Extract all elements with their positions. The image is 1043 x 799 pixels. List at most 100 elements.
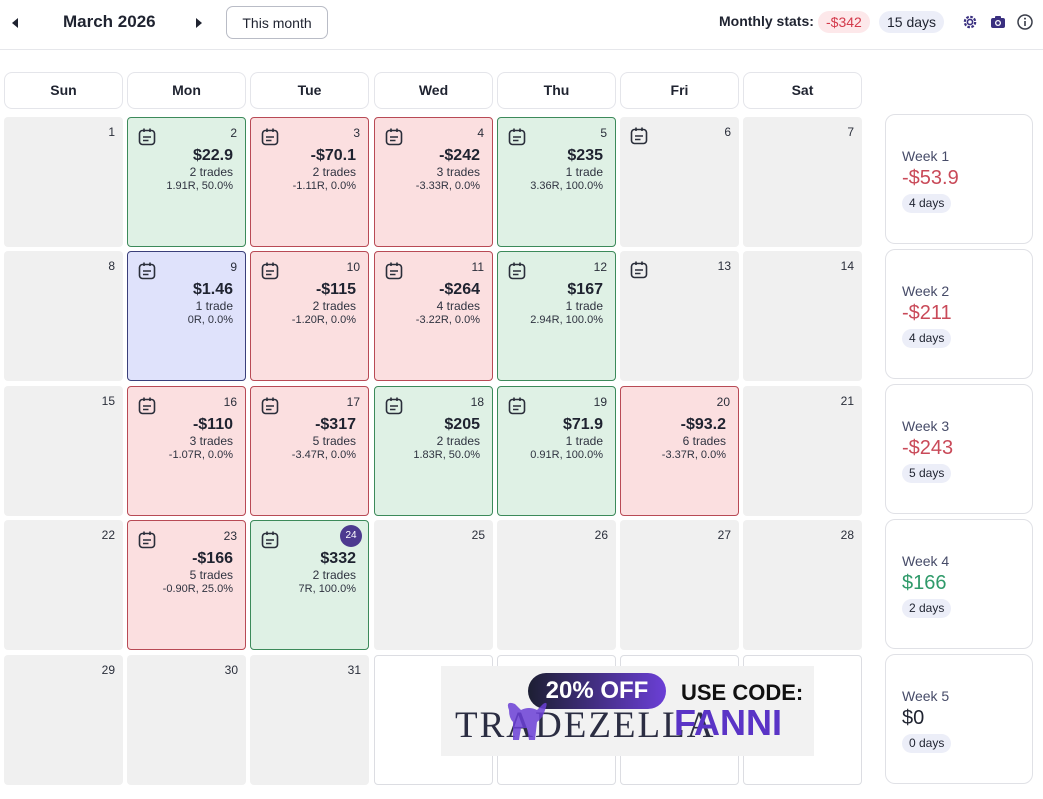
day-r-winrate: 0.91R, 100.0% [530,449,603,461]
day-trade-count: 3 trades [436,165,480,179]
day-trade-count: 2 trades [312,568,356,582]
week-summary-card[interactable]: Week 3 -$243 5 days [885,384,1033,514]
day-pnl: $205 [444,416,480,433]
day-cell-6[interactable]: 6 [620,117,739,247]
week-label: Week 3 [902,418,950,434]
day-trade-count: 2 trades [312,165,356,179]
day-cell-22[interactable]: 22 [4,520,123,650]
info-icon[interactable] [1016,13,1034,31]
journal-note-icon[interactable] [260,530,280,550]
journal-note-icon[interactable] [629,260,649,280]
day-cell-14[interactable]: 14 [743,251,862,381]
monthly-stats-label: Monthly stats: [719,13,814,29]
journal-note-icon[interactable] [384,396,404,416]
day-cell-18[interactable]: 18 $205 2 trades 1.83R, 50.0% [374,386,493,516]
journal-note-icon[interactable] [260,396,280,416]
day-r-winrate: -0.90R, 25.0% [162,583,233,595]
week-days-badge: 4 days [902,194,952,213]
day-r-winrate: 3.36R, 100.0% [530,180,603,192]
day-number: 22 [101,528,115,542]
week-summary-card[interactable]: Week 4 $166 2 days [885,519,1033,649]
day-cell-26[interactable]: 26 [497,520,616,650]
monthly-days-badge: 15 days [879,11,945,33]
day-r-winrate: 1.91R, 50.0% [166,180,233,192]
journal-note-icon[interactable] [384,127,404,147]
day-cell-20[interactable]: 20 -$93.2 6 trades -3.37R, 0.0% [620,386,739,516]
day-cell-16[interactable]: 16 -$110 3 trades -1.07R, 0.0% [127,386,246,516]
journal-note-icon[interactable] [137,396,157,416]
week-summary-card[interactable]: Week 1 -$53.9 4 days [885,114,1033,244]
day-trade-count: 5 trades [312,434,356,448]
day-cell-19[interactable]: 19 $71.9 1 trade 0.91R, 100.0% [497,386,616,516]
day-cell-10[interactable]: 10 -$115 2 trades -1.20R, 0.0% [250,251,369,381]
prev-arrow-icon[interactable] [8,16,22,30]
day-number: 20 [716,395,730,409]
journal-note-icon[interactable] [137,261,157,281]
day-cell-11[interactable]: 11 -$264 4 trades -3.22R, 0.0% [374,251,493,381]
journal-note-icon[interactable] [260,127,280,147]
week-label: Week 1 [902,148,950,164]
weekday-header-fri: Fri [620,72,739,109]
day-r-winrate: -1.20R, 0.0% [291,314,356,326]
day-number: 1 [108,125,115,139]
day-number: 6 [724,125,731,139]
day-cell-2[interactable]: 2 $22.9 2 trades 1.91R, 50.0% [127,117,246,247]
journal-note-icon[interactable] [507,127,527,147]
day-cell-31[interactable]: 31 [250,655,369,785]
day-cell-25[interactable]: 25 [374,520,493,650]
camera-icon[interactable] [989,13,1007,31]
day-cell-4[interactable]: 4 -$242 3 trades -3.33R, 0.0% [374,117,493,247]
day-pnl: -$93.2 [680,416,726,433]
day-cell-23[interactable]: 23 -$166 5 trades -0.90R, 25.0% [127,520,246,650]
gear-icon[interactable] [961,13,979,31]
day-cell-5[interactable]: 5 $235 1 trade 3.36R, 100.0% [497,117,616,247]
day-pnl: $1.46 [192,281,233,298]
journal-note-icon[interactable] [260,261,280,281]
day-trade-count: 2 trades [189,165,233,179]
day-cell-15[interactable]: 15 [4,386,123,516]
day-number: 5 [600,126,607,140]
day-cell-24[interactable]: 24 $332 2 trades 7R, 100.0% [250,520,369,650]
week-label: Week 2 [902,283,950,299]
day-cell-9[interactable]: 9 $1.46 1 trade 0R, 0.0% [127,251,246,381]
journal-note-icon[interactable] [507,261,527,281]
day-cell-21[interactable]: 21 [743,386,862,516]
day-cell-27[interactable]: 27 [620,520,739,650]
week-pnl: -$243 [902,437,954,459]
day-cell-30[interactable]: 30 [127,655,246,785]
day-number: 8 [108,259,115,273]
week-summary-card[interactable]: Week 5 $0 0 days [885,654,1033,784]
day-number: 19 [593,395,607,409]
day-number: 16 [223,395,237,409]
day-number: 9 [230,260,237,274]
day-r-winrate: 1.83R, 50.0% [413,449,480,461]
weekday-header-mon: Mon [127,72,246,109]
week-days-badge: 4 days [902,329,952,348]
this-month-button[interactable]: This month [226,6,328,39]
day-cell-8[interactable]: 8 [4,251,123,381]
journal-note-icon[interactable] [137,127,157,147]
day-cell-7[interactable]: 7 [743,117,862,247]
day-cell-13[interactable]: 13 [620,251,739,381]
week-label: Week 4 [902,553,950,569]
promo-banner[interactable]: 20% OFF USE CODE: TRADEZELLA FANNI [441,666,814,756]
day-cell-17[interactable]: 17 -$317 5 trades -3.47R, 0.0% [250,386,369,516]
day-cell-29[interactable]: 29 [4,655,123,785]
journal-note-icon[interactable] [629,126,649,146]
journal-note-icon[interactable] [137,530,157,550]
bull-logo-icon [503,696,549,746]
weekday-header-sat: Sat [743,72,862,109]
journal-note-icon[interactable] [507,396,527,416]
day-cell-3[interactable]: 3 -$70.1 2 trades -1.11R, 0.0% [250,117,369,247]
day-cell-1[interactable]: 1 [4,117,123,247]
day-pnl: -$242 [439,147,480,164]
next-arrow-icon[interactable] [192,16,206,30]
day-r-winrate: -1.07R, 0.0% [168,449,233,461]
day-cell-12[interactable]: 12 $167 1 trade 2.94R, 100.0% [497,251,616,381]
day-r-winrate: -3.37R, 0.0% [661,449,726,461]
week-summary-card[interactable]: Week 2 -$211 4 days [885,249,1033,379]
day-cell-28[interactable]: 28 [743,520,862,650]
day-r-winrate: -3.47R, 0.0% [291,449,356,461]
journal-note-icon[interactable] [384,261,404,281]
day-pnl: -$264 [439,281,480,298]
